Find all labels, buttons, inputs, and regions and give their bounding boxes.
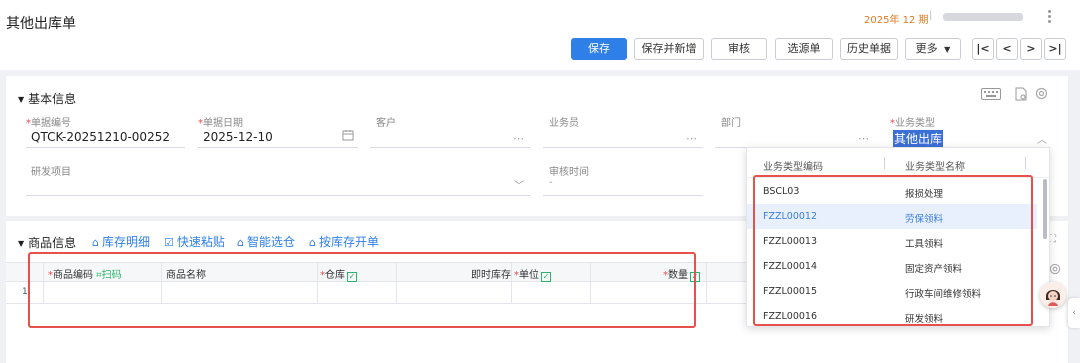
open-by-stock-link[interactable]: ⌂ 按库存开单	[309, 233, 379, 250]
expand-icon[interactable]: ⛶	[1049, 234, 1056, 245]
audit-time-value: -	[549, 177, 553, 188]
chevron-up-icon[interactable]: ︿	[1037, 131, 1047, 146]
collapse-triangle-icon: ▼	[18, 239, 25, 248]
rd-project-underline	[26, 195, 530, 196]
dropdown-head-name: 业务类型名称	[905, 162, 965, 173]
audit-time-underline	[543, 195, 703, 196]
dept-label: 部门	[721, 118, 741, 129]
assistant-avatar[interactable]	[1040, 282, 1066, 308]
customer-underline	[370, 147, 530, 148]
smart-warehouse-link[interactable]: ⌂ 智能选仓	[237, 233, 295, 250]
goods-info-title: 商品信息	[28, 236, 77, 250]
home-icon: ⌂	[237, 236, 244, 249]
home-icon: ⌂	[92, 236, 99, 249]
audit-time-label: 审核时间	[549, 167, 589, 178]
more-button[interactable]: 更多 ▼	[905, 38, 961, 60]
period-separator: |	[929, 10, 933, 21]
salesman-label: 业务员	[549, 118, 579, 129]
doc-date-label: *单据日期	[198, 118, 243, 129]
chevron-down-icon: ▼	[944, 45, 951, 54]
prev-record-button[interactable]: <	[996, 38, 1018, 60]
gear-icon[interactable]	[1035, 87, 1048, 103]
ellipsis-icon[interactable]: ⋯	[858, 132, 869, 145]
basic-info-title: 基本信息	[28, 92, 77, 106]
history-docs-button[interactable]: 历史单据	[840, 38, 898, 60]
row-number: 1	[22, 287, 28, 297]
save-and-new-button[interactable]: 保存并新增	[634, 38, 704, 60]
keyboard-icon[interactable]	[981, 88, 1001, 103]
biz-type-value[interactable]: 其他出库	[893, 130, 944, 147]
save-button[interactable]: 保存	[571, 38, 627, 60]
dropdown-scrollbar[interactable]	[1043, 179, 1047, 239]
print-settings-icon[interactable]	[1015, 87, 1027, 104]
stock-detail-link[interactable]: ⌂ 库存明细	[92, 233, 150, 250]
doc-no-underline	[26, 147, 185, 148]
more-label: 更多	[915, 42, 938, 55]
rd-project-label: 研发项目	[31, 167, 71, 178]
audit-button[interactable]: 审核	[711, 38, 767, 60]
dropdown-head-code: 业务类型编码	[763, 162, 823, 173]
salesman-underline	[543, 147, 703, 148]
highlight-box-grid	[28, 252, 696, 328]
checkbox-icon: ☑	[164, 236, 174, 249]
last-record-button[interactable]: >|	[1044, 38, 1066, 60]
accounting-period[interactable]: 2025年 12 期	[864, 11, 929, 26]
select-source-button[interactable]: 选源单	[775, 38, 833, 60]
biz-type-label: *业务类型	[890, 118, 935, 129]
user-info-blurred[interactable]	[943, 13, 1023, 21]
collapse-triangle-icon: ▼	[18, 95, 25, 104]
highlight-box-dropdown	[753, 175, 1033, 326]
ellipsis-icon[interactable]: ⋯	[686, 132, 697, 145]
chevron-left-icon: ‹	[1072, 308, 1076, 318]
basic-info-header[interactable]: ▼ 基本信息	[18, 90, 76, 107]
chevron-down-icon[interactable]: ﹀	[514, 177, 524, 192]
dropdown-header: 业务类型编码 业务类型名称	[747, 148, 1049, 178]
more-dots-icon[interactable]	[1047, 10, 1053, 24]
home-icon: ⌂	[309, 236, 316, 249]
top-bar: 其他出库单 2025年 12 期 | 保存 保存并新增 审核 选源单 历史单据 …	[0, 0, 1080, 70]
customer-label: 客户	[376, 118, 396, 129]
next-record-button[interactable]: >	[1020, 38, 1042, 60]
calendar-icon[interactable]	[342, 129, 354, 144]
side-panel-toggle[interactable]: ‹	[1068, 298, 1080, 328]
goods-info-header[interactable]: ▼ 商品信息	[18, 234, 76, 251]
page-title: 其他出库单	[6, 16, 76, 32]
quick-paste-link[interactable]: ☑ 快速粘贴	[164, 233, 225, 250]
doc-no-label: *单据编号	[26, 118, 71, 129]
first-record-button[interactable]: |<	[972, 38, 994, 60]
ellipsis-icon[interactable]: ⋯	[513, 132, 524, 145]
gear-icon[interactable]	[1049, 263, 1061, 278]
doc-no-value[interactable]: QTCK-20251210-00252	[31, 130, 170, 144]
doc-date-underline	[198, 147, 358, 148]
doc-date-value[interactable]: 2025-12-10	[203, 130, 273, 144]
